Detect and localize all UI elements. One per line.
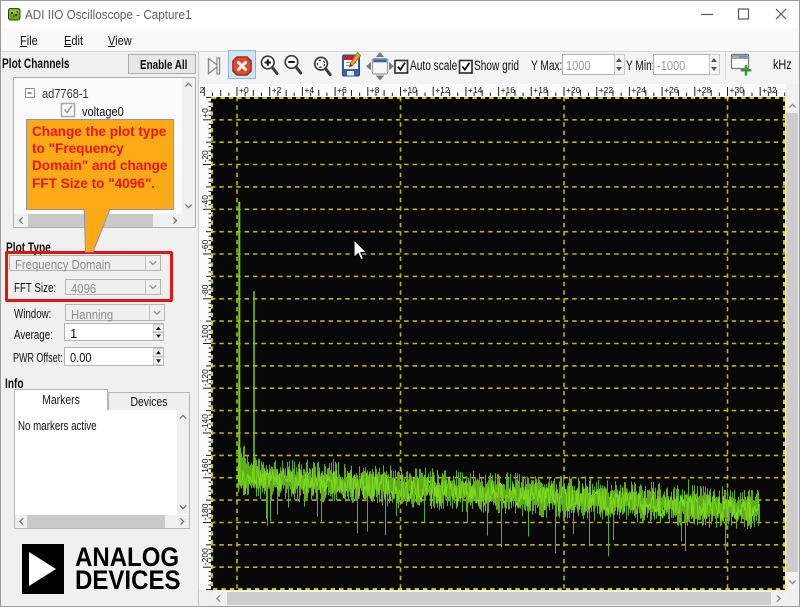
svg-text:-60: -60	[200, 239, 210, 252]
svg-text:-160: -160	[200, 458, 210, 475]
svg-text:-80: -80	[200, 284, 210, 297]
svg-text:+2: +2	[272, 85, 282, 95]
svg-text:2: 2	[200, 85, 205, 95]
svg-text:-20: -20	[200, 150, 210, 163]
svg-text:+4: +4	[304, 85, 314, 95]
svg-text:-200: -200	[200, 548, 210, 565]
svg-text:+22: +22	[599, 85, 614, 95]
svg-text:+28: +28	[697, 85, 712, 95]
svg-text:-180: -180	[200, 503, 210, 520]
svg-text:+14: +14	[468, 85, 483, 95]
svg-text:+20: +20	[566, 85, 581, 95]
svg-text:+8: +8	[370, 85, 380, 95]
svg-text:-140: -140	[200, 414, 210, 431]
svg-text:+24: +24	[631, 85, 646, 95]
svg-text:-40: -40	[200, 195, 210, 208]
svg-text:+10: +10	[403, 85, 418, 95]
svg-text:+6: +6	[337, 85, 347, 95]
svg-text:+26: +26	[664, 85, 679, 95]
svg-text:-120: -120	[200, 369, 210, 386]
svg-text:+12: +12	[435, 85, 450, 95]
svg-text:-100: -100	[200, 324, 210, 341]
svg-text:+0: +0	[239, 85, 249, 95]
svg-text:+0: +0	[200, 108, 210, 118]
svg-text:+32: +32	[762, 85, 777, 95]
svg-text:+30: +30	[730, 85, 745, 95]
svg-text:+16: +16	[501, 85, 516, 95]
svg-text:+18: +18	[533, 85, 548, 95]
